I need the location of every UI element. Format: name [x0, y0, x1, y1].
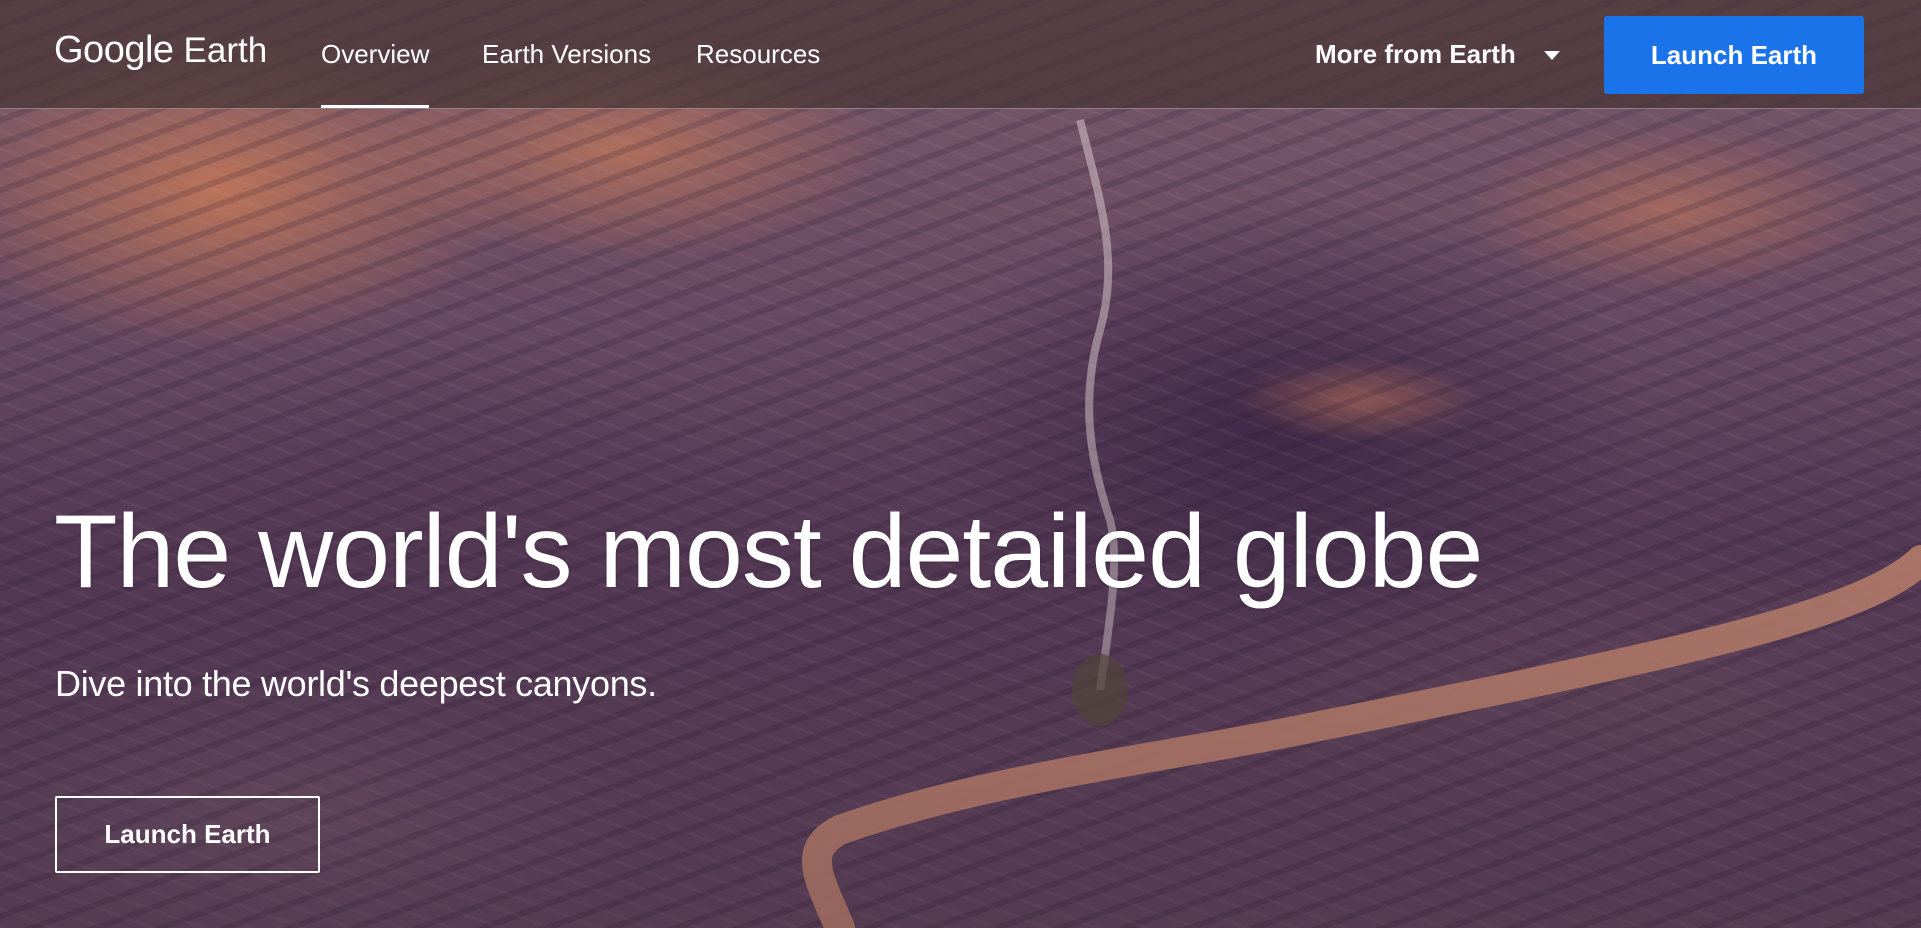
launch-earth-header-button[interactable]: Launch Earth: [1604, 16, 1864, 94]
page: Google Earth Overview Earth Versions Res…: [0, 0, 1921, 928]
more-from-earth-label: More from Earth: [1315, 38, 1516, 69]
google-earth-logo[interactable]: Google Earth: [54, 29, 267, 72]
nav-resources-link[interactable]: Resources: [696, 0, 820, 108]
caret-down-icon: [1543, 50, 1560, 60]
nav-earth-versions-link[interactable]: Earth Versions: [482, 0, 651, 108]
hero-subtitle: Dive into the world's deepest canyons.: [55, 663, 657, 704]
more-from-earth-dropdown[interactable]: More from Earth: [1315, 0, 1560, 108]
hero-overlay: [0, 0, 1921, 928]
top-navigation-bar: Google Earth Overview Earth Versions Res…: [0, 0, 1921, 109]
launch-earth-hero-button[interactable]: Launch Earth: [55, 796, 320, 873]
logo-earth-text: Earth: [183, 31, 268, 70]
logo-google-text: Google: [54, 29, 174, 71]
hero-title: The world's most detailed globe: [54, 494, 1483, 610]
nav-overview-link[interactable]: Overview: [321, 0, 430, 108]
